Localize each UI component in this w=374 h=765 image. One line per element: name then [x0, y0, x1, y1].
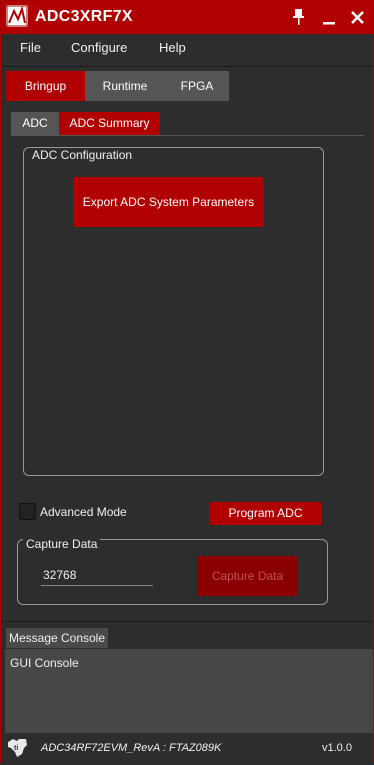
- adc-configuration-title: ADC Configuration: [29, 148, 136, 162]
- console-divider: [1, 621, 373, 622]
- window-title: ADC3XRF7X: [35, 8, 133, 25]
- export-adc-parameters-button[interactable]: Export ADC System Parameters: [73, 177, 264, 227]
- console-output[interactable]: GUI Console: [5, 649, 373, 733]
- menu-bar: File Configure Help: [1, 34, 373, 67]
- minimize-button[interactable]: [315, 3, 343, 31]
- tab-fpga[interactable]: FPGA: [165, 71, 229, 101]
- capture-data-button[interactable]: Capture Data: [197, 556, 298, 596]
- tab-adc[interactable]: ADC: [11, 112, 59, 135]
- tab-adc-summary[interactable]: ADC Summary: [59, 112, 160, 135]
- pin-button[interactable]: [285, 3, 313, 31]
- tab-bringup[interactable]: Bringup: [6, 71, 85, 101]
- program-adc-button[interactable]: Program ADC: [209, 502, 322, 525]
- console-text: GUI Console: [10, 656, 79, 670]
- close-icon: [351, 11, 364, 24]
- minimize-icon: [323, 22, 335, 25]
- app-logo-icon: [6, 5, 28, 27]
- menu-help[interactable]: Help: [159, 40, 186, 55]
- tab-runtime[interactable]: Runtime: [85, 71, 165, 101]
- status-bar: ti ADC34RF72EVM_RevA : FTAZ089K v1.0.0: [1, 734, 373, 763]
- advanced-mode-label: Advanced Mode: [40, 505, 127, 519]
- device-info: ADC34RF72EVM_RevA : FTAZ089K: [41, 742, 222, 754]
- svg-text:ti: ti: [14, 745, 18, 752]
- tab-message-console[interactable]: Message Console: [6, 628, 108, 648]
- menu-configure[interactable]: Configure: [71, 40, 127, 55]
- capture-samples-input[interactable]: 32768: [41, 568, 153, 586]
- close-button[interactable]: [344, 3, 372, 31]
- capture-data-title: Capture Data: [23, 537, 101, 551]
- menu-file[interactable]: File: [20, 40, 41, 55]
- advanced-mode-checkbox[interactable]: [19, 503, 36, 520]
- app-window: ADC3XRF7X File Configure Help Bringup Ru…: [0, 0, 374, 763]
- version-label: v1.0.0: [322, 742, 352, 754]
- ti-logo-icon: ti: [5, 736, 31, 760]
- pin-icon: [293, 9, 304, 25]
- title-bar[interactable]: ADC3XRF7X: [1, 1, 373, 34]
